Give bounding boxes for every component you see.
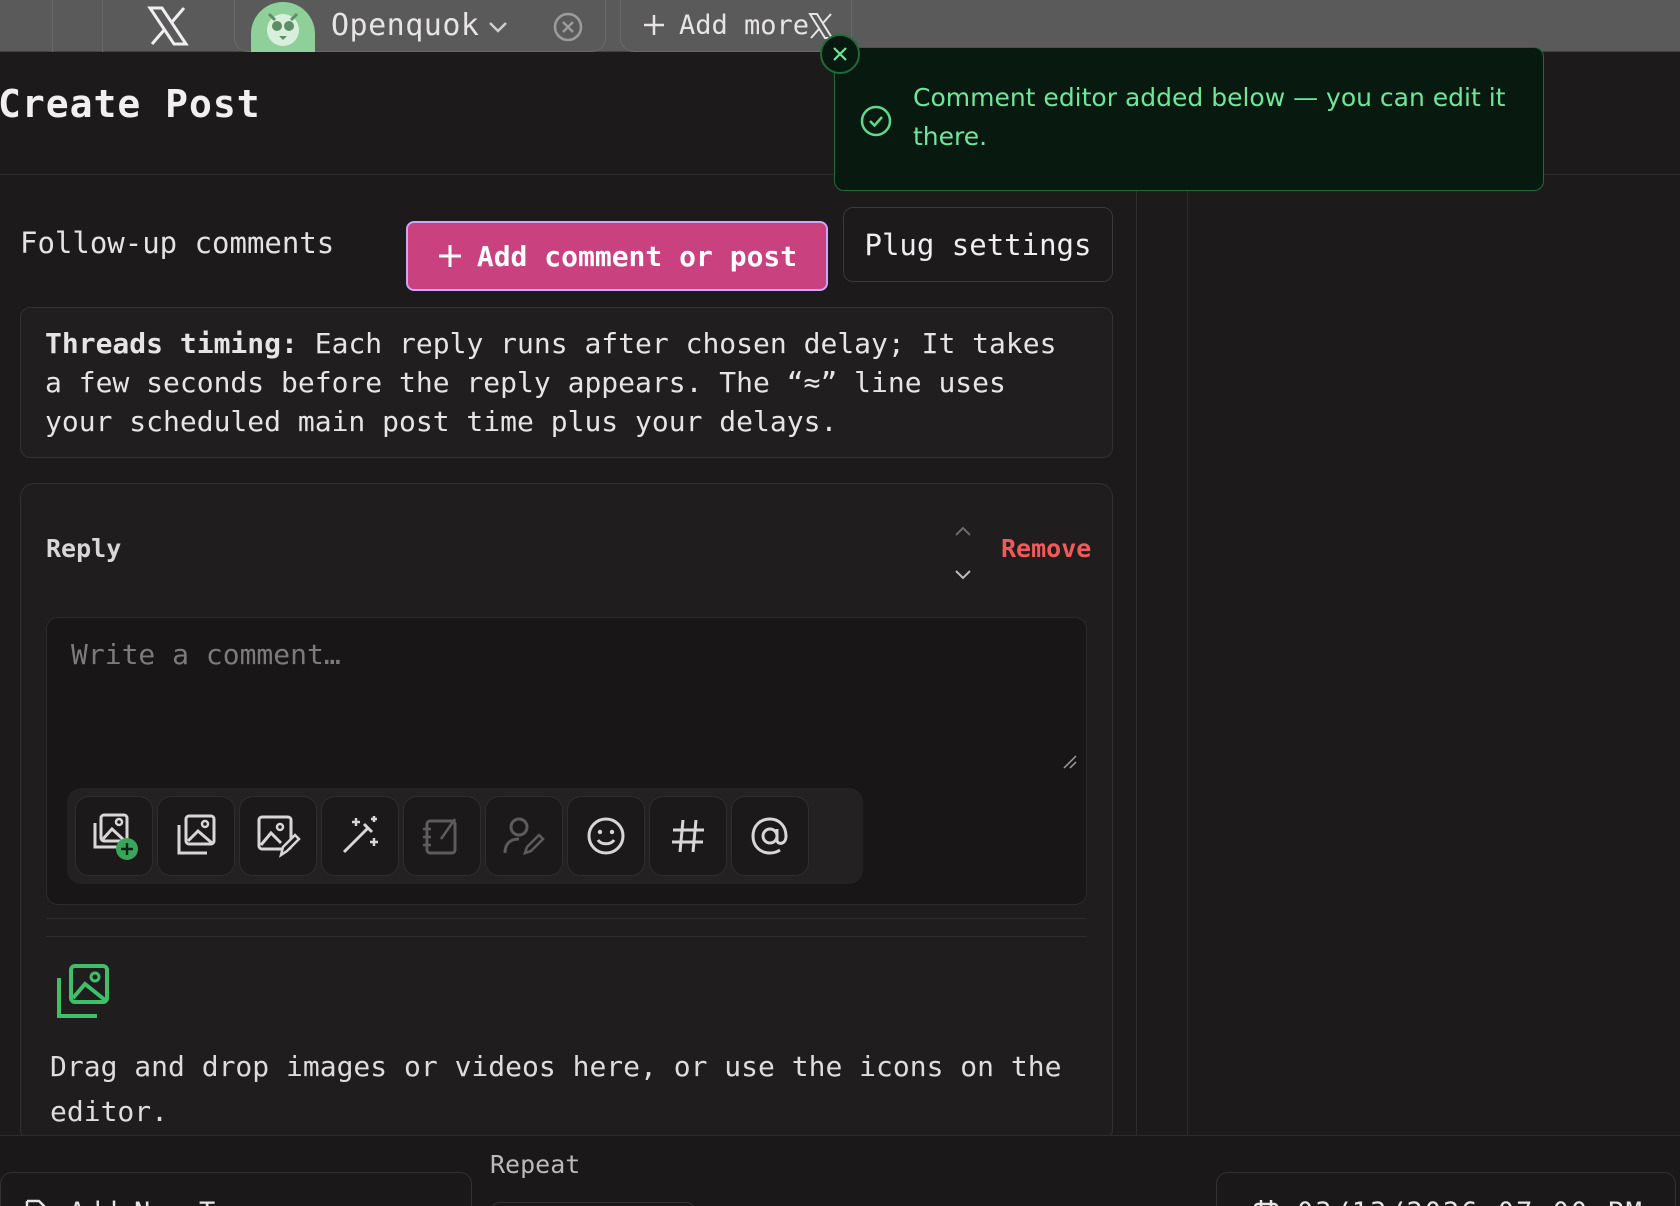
add-new-label: Add New T — [69, 1197, 215, 1206]
mention-icon[interactable] — [731, 796, 809, 876]
column-divider — [1136, 175, 1137, 1135]
plug-settings-button[interactable]: Plug settings — [843, 207, 1113, 282]
page-title: Create Post — [0, 82, 261, 126]
add-media-icon[interactable] — [75, 796, 153, 876]
plug-settings-label: Plug settings — [864, 227, 1092, 262]
chevron-down-icon[interactable] — [485, 14, 511, 40]
add-comment-label: Add comment or post — [476, 239, 798, 273]
toast-message: Comment editor added below — you can edi… — [913, 83, 1506, 151]
x-logo-icon[interactable] — [146, 6, 190, 46]
close-toast-icon[interactable] — [820, 34, 860, 74]
media-drop-icon — [51, 960, 115, 1024]
magic-wand-icon[interactable] — [321, 796, 399, 876]
repeat-select[interactable] — [490, 1202, 696, 1206]
check-circle-icon — [859, 104, 893, 138]
follow-up-label: Follow-up comments — [20, 226, 335, 260]
drop-zone-text: Drag and drop images or videos here, or … — [50, 1050, 1062, 1128]
section-divider — [46, 918, 1087, 919]
reply-label: Reply — [46, 534, 122, 563]
resize-handle-icon[interactable] — [1062, 754, 1078, 770]
date-value: 03/13/2026 07:00 PM — [1297, 1197, 1644, 1206]
repeat-label: Repeat — [490, 1150, 581, 1179]
notes-icon[interactable] — [403, 796, 481, 876]
column-divider — [1187, 175, 1188, 1135]
top-bar-divider — [102, 0, 103, 52]
plus-icon — [641, 12, 667, 38]
comment-editor — [46, 617, 1087, 905]
comment-input[interactable] — [71, 638, 1051, 768]
add-new-button[interactable]: Add New T — [0, 1172, 472, 1206]
calendar-icon — [1253, 1199, 1279, 1206]
emoji-icon[interactable] — [567, 796, 645, 876]
editor-toolbar — [67, 788, 863, 884]
reply-card: Reply Remove Write a comment… Drag and d… — [20, 483, 1113, 1143]
hashtag-icon[interactable] — [649, 796, 727, 876]
document-icon — [23, 1199, 47, 1206]
success-toast: Comment editor added below — you can edi… — [834, 47, 1544, 191]
top-bar-divider — [52, 0, 53, 52]
remove-button[interactable]: Remove — [1001, 534, 1091, 563]
move-up-icon[interactable] — [951, 520, 975, 544]
owl-avatar-icon — [251, 2, 315, 52]
threads-timing-info: Threads timing: Each reply runs after ch… — [20, 307, 1113, 458]
footer: Add New T Repeat 03/13/2026 07:00 PM — [0, 1135, 1680, 1206]
plus-icon — [438, 245, 461, 267]
remove-account-icon[interactable] — [551, 10, 585, 44]
account-name: Openquok — [331, 8, 480, 43]
section-divider — [46, 936, 1087, 937]
add-more-label: Add more — [679, 10, 810, 41]
add-more-button[interactable]: Add more — [620, 0, 852, 52]
signature-icon[interactable] — [485, 796, 563, 876]
media-library-icon[interactable] — [157, 796, 235, 876]
image-edit-icon[interactable] — [239, 796, 317, 876]
info-heading: Threads timing: — [45, 327, 298, 360]
date-picker[interactable]: 03/13/2026 07:00 PM — [1216, 1172, 1676, 1206]
add-comment-button[interactable]: Add comment or post — [406, 221, 828, 291]
move-down-icon[interactable] — [951, 562, 975, 586]
account-selector[interactable]: Openquok — [234, 0, 606, 52]
